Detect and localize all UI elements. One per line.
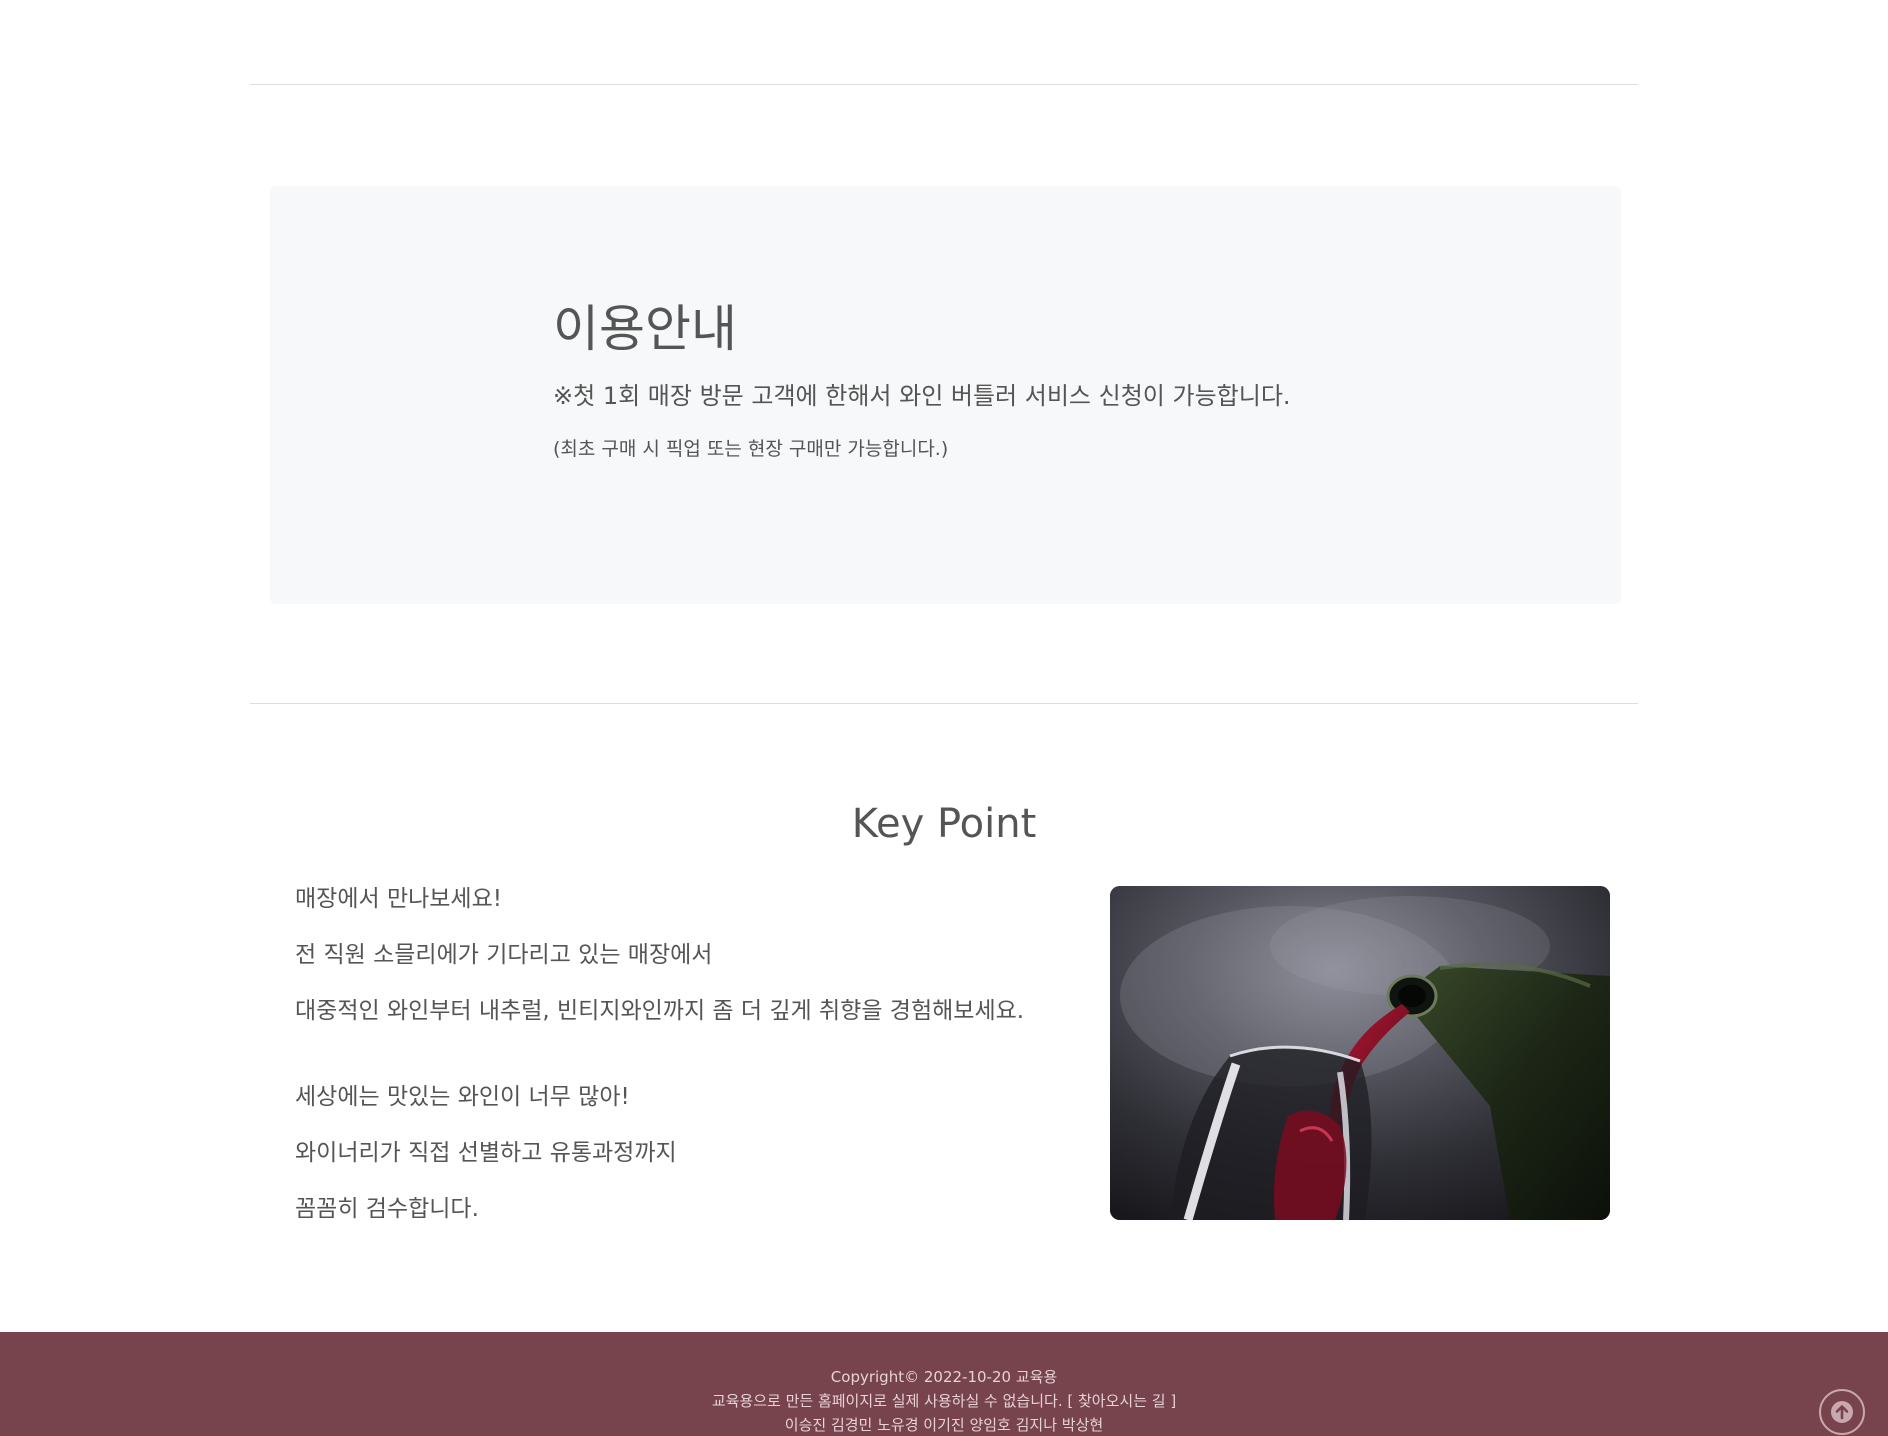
key-point-line: 전 직원 소믈리에가 기다리고 있는 매장에서 bbox=[295, 942, 713, 968]
middle-divider bbox=[250, 703, 1638, 704]
wine-pour-image bbox=[1110, 886, 1610, 1220]
directions-link[interactable]: [ 찾아오시는 길 ] bbox=[1067, 1392, 1176, 1410]
footer-notice: 교육용으로 만든 홈페이지로 실제 사용하실 수 없습니다. bbox=[711, 1392, 1063, 1410]
footer-members: 이승진 김경민 노유경 이기진 양임호 김지나 박상현 bbox=[784, 1416, 1104, 1434]
key-point-line: 세상에는 맛있는 와인이 너무 많아! bbox=[295, 1084, 630, 1110]
footer-notice-line: 교육용으로 만든 홈페이지로 실제 사용하실 수 없습니다. [ 찾아오시는 길… bbox=[0, 1392, 1888, 1410]
key-point-line: 꼼꼼히 검수합니다. bbox=[295, 1196, 479, 1222]
footer: Copyright© 2022-10-20 교육용 교육용으로 만든 홈페이지로… bbox=[0, 1332, 1888, 1436]
scroll-to-top-button[interactable] bbox=[1819, 1389, 1865, 1435]
usage-info-subtext: (최초 구매 시 픽업 또는 현장 구매만 가능합니다.) bbox=[553, 438, 949, 460]
usage-info-text: ※첫 1회 매장 방문 고객에 한해서 와인 버틀러 서비스 신청이 가능합니다… bbox=[553, 382, 1291, 410]
key-point-line: 대중적인 와인부터 내추럴, 빈티지와인까지 좀 더 깊게 취향을 경험해보세요… bbox=[295, 998, 1025, 1024]
arrow-up-circle-icon bbox=[1831, 1401, 1853, 1423]
key-point-title: Key Point bbox=[851, 801, 1037, 847]
footer-copyright: Copyright© 2022-10-20 교육용 bbox=[830, 1368, 1058, 1386]
top-divider bbox=[250, 84, 1638, 85]
key-point-line: 매장에서 만나보세요! bbox=[295, 886, 502, 912]
usage-info-section: 이용안내 ※첫 1회 매장 방문 고객에 한해서 와인 버틀러 서비스 신청이 … bbox=[270, 186, 1621, 604]
key-point-line: 와이너리가 직접 선별하고 유통과정까지 bbox=[295, 1140, 677, 1166]
usage-info-title: 이용안내 bbox=[553, 300, 737, 358]
